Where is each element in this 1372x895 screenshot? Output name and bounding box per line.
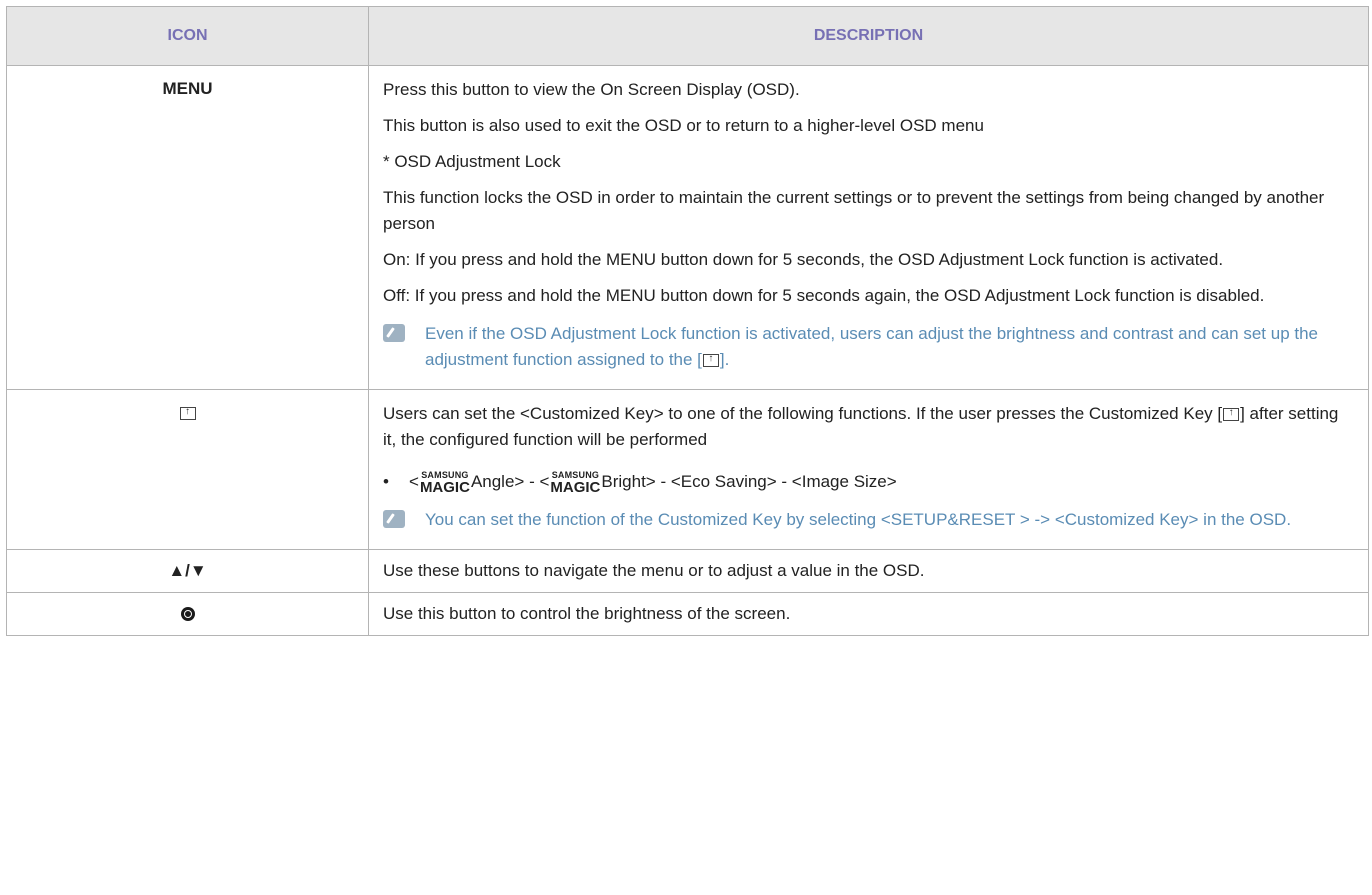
customized-desc-p1: Users can set the <Customized Key> to on… bbox=[383, 404, 1339, 449]
customized-function-list: • < SAMSUNG MAGIC Angle> - < SAMSUNG MAGIC Bri… bbox=[383, 469, 1354, 495]
menu-desc-p3: * OSD Adjustment Lock bbox=[383, 152, 561, 171]
menu-desc-p1: Press this button to view the On Screen … bbox=[383, 80, 800, 99]
updown-button-label: ▲/▼ bbox=[168, 560, 207, 580]
table-header-row: ICON DESCRIPTION bbox=[6, 6, 1369, 66]
note-pencil-icon bbox=[383, 324, 405, 342]
brightness-description: Use this button to control the brightnes… bbox=[368, 592, 1369, 636]
brightness-icon-cell bbox=[6, 592, 369, 636]
bullet-glyph: • bbox=[383, 472, 389, 491]
customized-note: You can set the function of the Customiz… bbox=[383, 507, 1354, 533]
menu-description: Press this button to view the On Screen … bbox=[368, 65, 1369, 390]
header-icon: ICON bbox=[6, 6, 369, 66]
menu-desc-p6: Off: If you press and hold the MENU butt… bbox=[383, 286, 1265, 305]
customized-icon-cell: ↑ bbox=[6, 389, 369, 550]
customized-note-text: You can set the function of the Customiz… bbox=[425, 510, 1292, 529]
menu-desc-p4: This function locks the OSD in order to … bbox=[383, 188, 1325, 233]
customized-functions: < SAMSUNG MAGIC Angle> - < SAMSUNG MAGIC Brigh… bbox=[409, 469, 897, 496]
customized-description: Users can set the <Customized Key> to on… bbox=[368, 389, 1369, 550]
menu-desc-p5: On: If you press and hold the MENU butto… bbox=[383, 250, 1224, 269]
table-row-customized-key: ↑ Users can set the <Customized Key> to … bbox=[6, 389, 1369, 550]
note-pencil-icon bbox=[383, 510, 405, 528]
table-row-updown: ▲/▼ Use these buttons to navigate the me… bbox=[6, 549, 1369, 593]
samsung-magic-logo: SAMSUNG MAGIC bbox=[550, 469, 601, 496]
samsung-magic-logo: SAMSUNG MAGIC bbox=[419, 469, 470, 496]
header-description: DESCRIPTION bbox=[368, 6, 1369, 66]
menu-button-label: MENU bbox=[162, 79, 213, 98]
customized-key-icon: ↑ bbox=[702, 353, 719, 368]
updown-description: Use these buttons to navigate the menu o… bbox=[368, 549, 1369, 593]
menu-note-text: Even if the OSD Adjustment Lock function… bbox=[425, 324, 1319, 369]
brightness-button-icon bbox=[180, 607, 195, 622]
button-description-table: ICON DESCRIPTION MENU Press this button … bbox=[6, 6, 1369, 636]
customized-key-icon: ↑ bbox=[1223, 407, 1240, 422]
menu-desc-p2: This button is also used to exit the OSD… bbox=[383, 116, 984, 135]
customized-key-icon: ↑ bbox=[179, 406, 196, 421]
menu-note: Even if the OSD Adjustment Lock function… bbox=[383, 321, 1354, 373]
updown-icon-cell: ▲/▼ bbox=[6, 549, 369, 593]
table-row-menu: MENU Press this button to view the On Sc… bbox=[6, 65, 1369, 390]
menu-icon-cell: MENU bbox=[6, 65, 369, 390]
table-row-brightness: Use this button to control the brightnes… bbox=[6, 592, 1369, 636]
